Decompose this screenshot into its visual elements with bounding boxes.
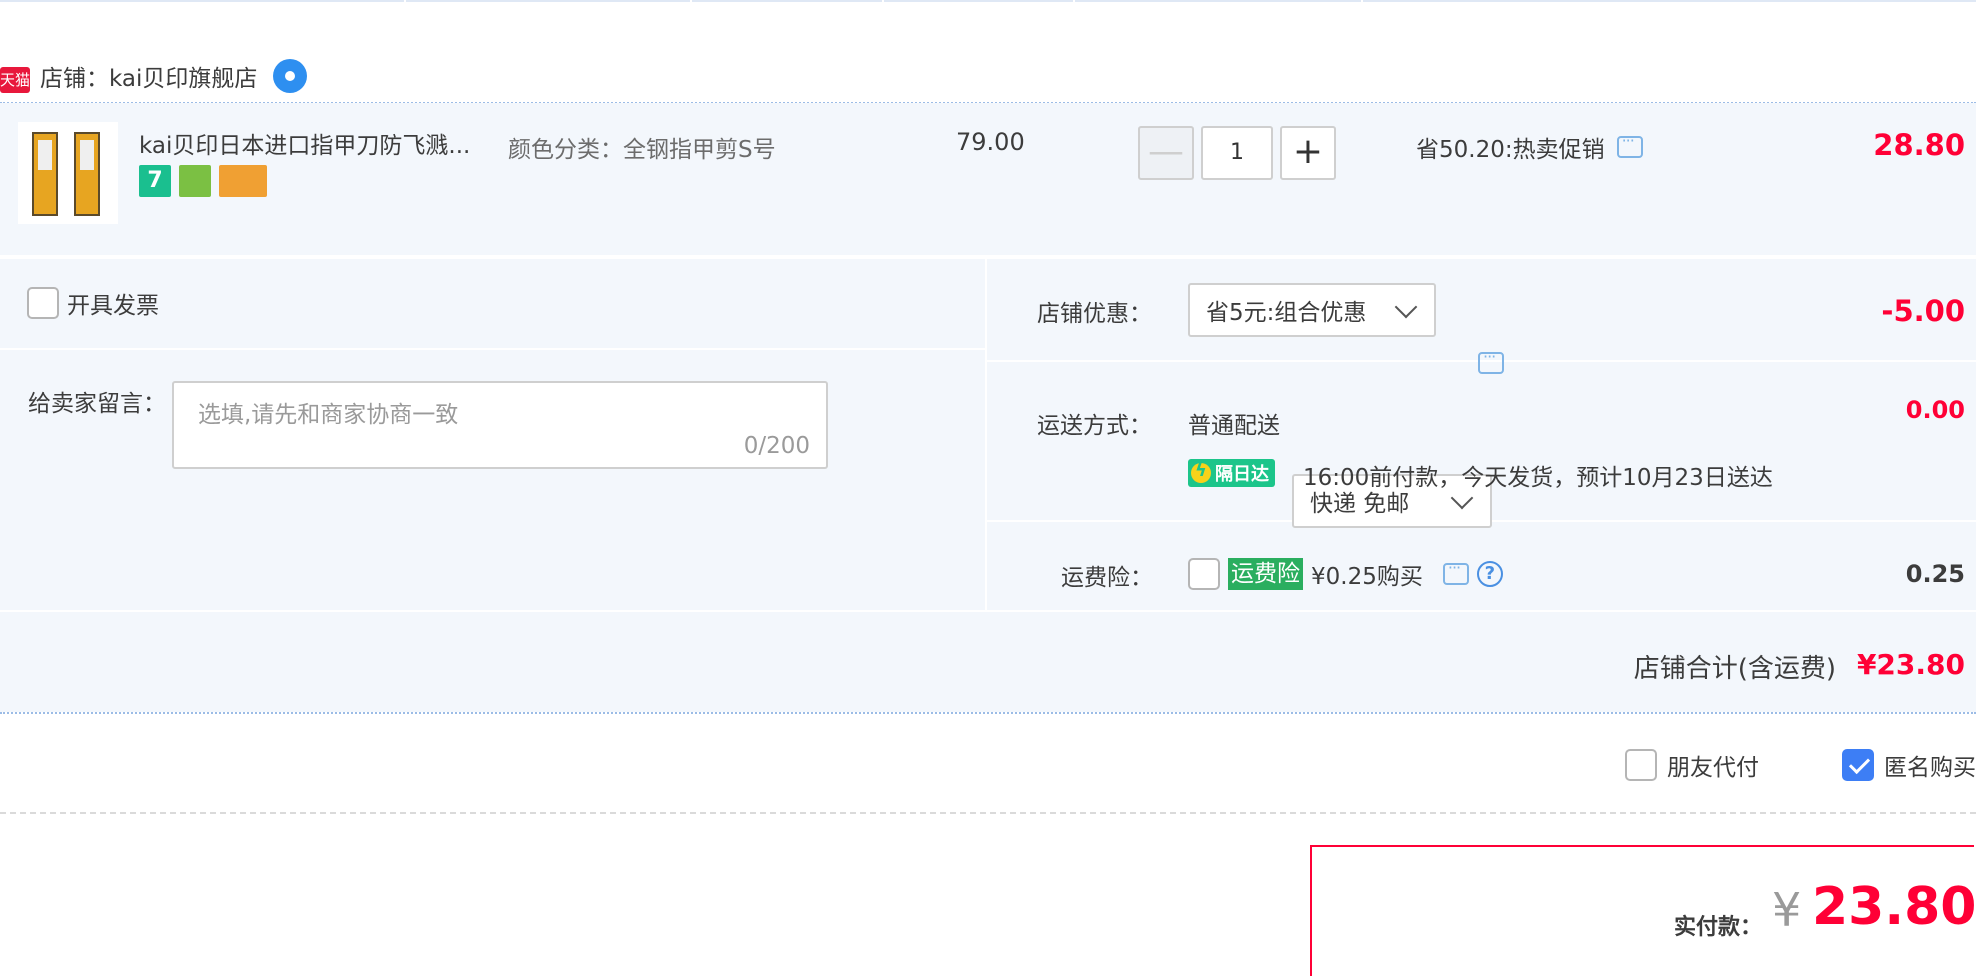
payment-currency: ¥ xyxy=(1772,883,1802,937)
shop-discount-label: 店铺优惠： xyxy=(1037,301,1152,327)
insurance-price: ¥0.25购买 xyxy=(1311,564,1423,590)
shipping-label: 运送方式： xyxy=(1037,413,1152,439)
invoice-label: 开具发票 xyxy=(67,293,159,319)
payment-amount: 23.80 xyxy=(1812,877,1976,937)
credit-card-service-icon[interactable] xyxy=(219,165,267,197)
quantity-stepper: — 1 + xyxy=(1138,126,1336,180)
help-icon[interactable]: ? xyxy=(1476,561,1503,587)
product-thumbnail[interactable] xyxy=(18,122,118,224)
shop-total-amount: ¥23.80 xyxy=(1856,648,1965,681)
sku-info: 颜色分类：全钢指甲剪S号 xyxy=(508,137,776,163)
quantity-plus-button[interactable]: + xyxy=(1280,126,1336,180)
promotion-text: 省50.20:热卖促销 xyxy=(1416,137,1605,163)
shop-total-label: 店铺合计(含运费) xyxy=(1633,654,1836,684)
chevron-down-icon xyxy=(1394,295,1418,319)
shop-discount-selected: 省5元:组合优惠 xyxy=(1206,300,1367,326)
insurance-checkbox[interactable] xyxy=(1188,558,1220,590)
message-char-count: 0/200 xyxy=(743,433,810,459)
message-label: 给卖家留言： xyxy=(28,391,166,417)
lightning-icon xyxy=(1191,460,1211,483)
invoice-checkbox[interactable] xyxy=(27,287,59,319)
delivery-eta: 16:00前付款，今天发货，预计10月23日送达 xyxy=(1303,465,1773,491)
insurance-option: 运费险 ¥0.25购买 ? xyxy=(1188,557,1503,591)
quantity-input[interactable]: 1 xyxy=(1201,126,1273,180)
promotion-info-icon[interactable] xyxy=(1616,131,1643,158)
quantity-minus-button[interactable]: — xyxy=(1138,126,1194,180)
tmall-badge: 天猫 xyxy=(0,67,30,93)
unit-price: 79.00 xyxy=(956,128,1025,156)
shop-discount-amount: -5.00 xyxy=(1881,294,1965,328)
shop-header: 天猫 店铺：kai贝印旗舰店 xyxy=(0,56,308,96)
wangwang-chat-icon[interactable] xyxy=(273,59,308,93)
shop-name-link[interactable]: 店铺：kai贝印旗舰店 xyxy=(40,59,257,93)
insurance-info-icon[interactable] xyxy=(1442,558,1469,585)
payment-label: 实付款： xyxy=(1674,915,1763,940)
shipping-method: 普通配送 xyxy=(1188,413,1280,439)
friend-pay-label: 朋友代付 xyxy=(1667,755,1759,781)
item-promotion: 省50.20:热卖促销 xyxy=(1416,130,1643,164)
product-title-link[interactable]: kai贝印日本进口指甲刀防飞溅... xyxy=(139,126,470,160)
shipping-amount: 0.00 xyxy=(1905,396,1965,424)
next-day-badge: 隔日达 xyxy=(1188,459,1275,487)
options-divider xyxy=(0,812,1976,814)
insurance-badge: 运费险 xyxy=(1228,558,1303,590)
payment-summary: 实付款： ¥ 23.80 xyxy=(1310,845,1976,976)
next-day-text: 隔日达 xyxy=(1215,464,1269,485)
invoice-option: 开具发票 xyxy=(27,286,159,320)
seller-message-textarea[interactable]: 选填,请先和商家协商一致 0/200 xyxy=(172,381,828,469)
divider xyxy=(0,610,1976,612)
shop-discount-select[interactable]: 省5元:组合优惠 xyxy=(1188,283,1436,337)
message-placeholder: 选填,请先和商家协商一致 xyxy=(198,402,459,428)
friend-pay-option: 朋友代付 xyxy=(1625,748,1759,782)
seven-day-return-icon[interactable]: 7 xyxy=(139,165,171,197)
shopping-bag-service-icon[interactable] xyxy=(179,165,211,197)
anonymous-label: 匿名购买 xyxy=(1884,755,1976,781)
anonymous-option: 匿名购买 xyxy=(1842,748,1976,782)
options-vertical-divider xyxy=(985,259,987,611)
insurance-amount: 0.25 xyxy=(1905,560,1965,588)
divider xyxy=(0,348,985,350)
discount-info-icon[interactable] xyxy=(1478,347,1504,374)
insurance-label: 运费险： xyxy=(1061,565,1153,591)
anonymous-checkbox[interactable] xyxy=(1842,749,1874,781)
shop-bottom-divider xyxy=(0,712,1976,714)
friend-pay-checkbox[interactable] xyxy=(1625,749,1657,781)
item-subtotal: 28.80 xyxy=(1873,128,1965,162)
top-divider xyxy=(0,0,1976,2)
product-service-tags: 7 xyxy=(139,165,267,197)
